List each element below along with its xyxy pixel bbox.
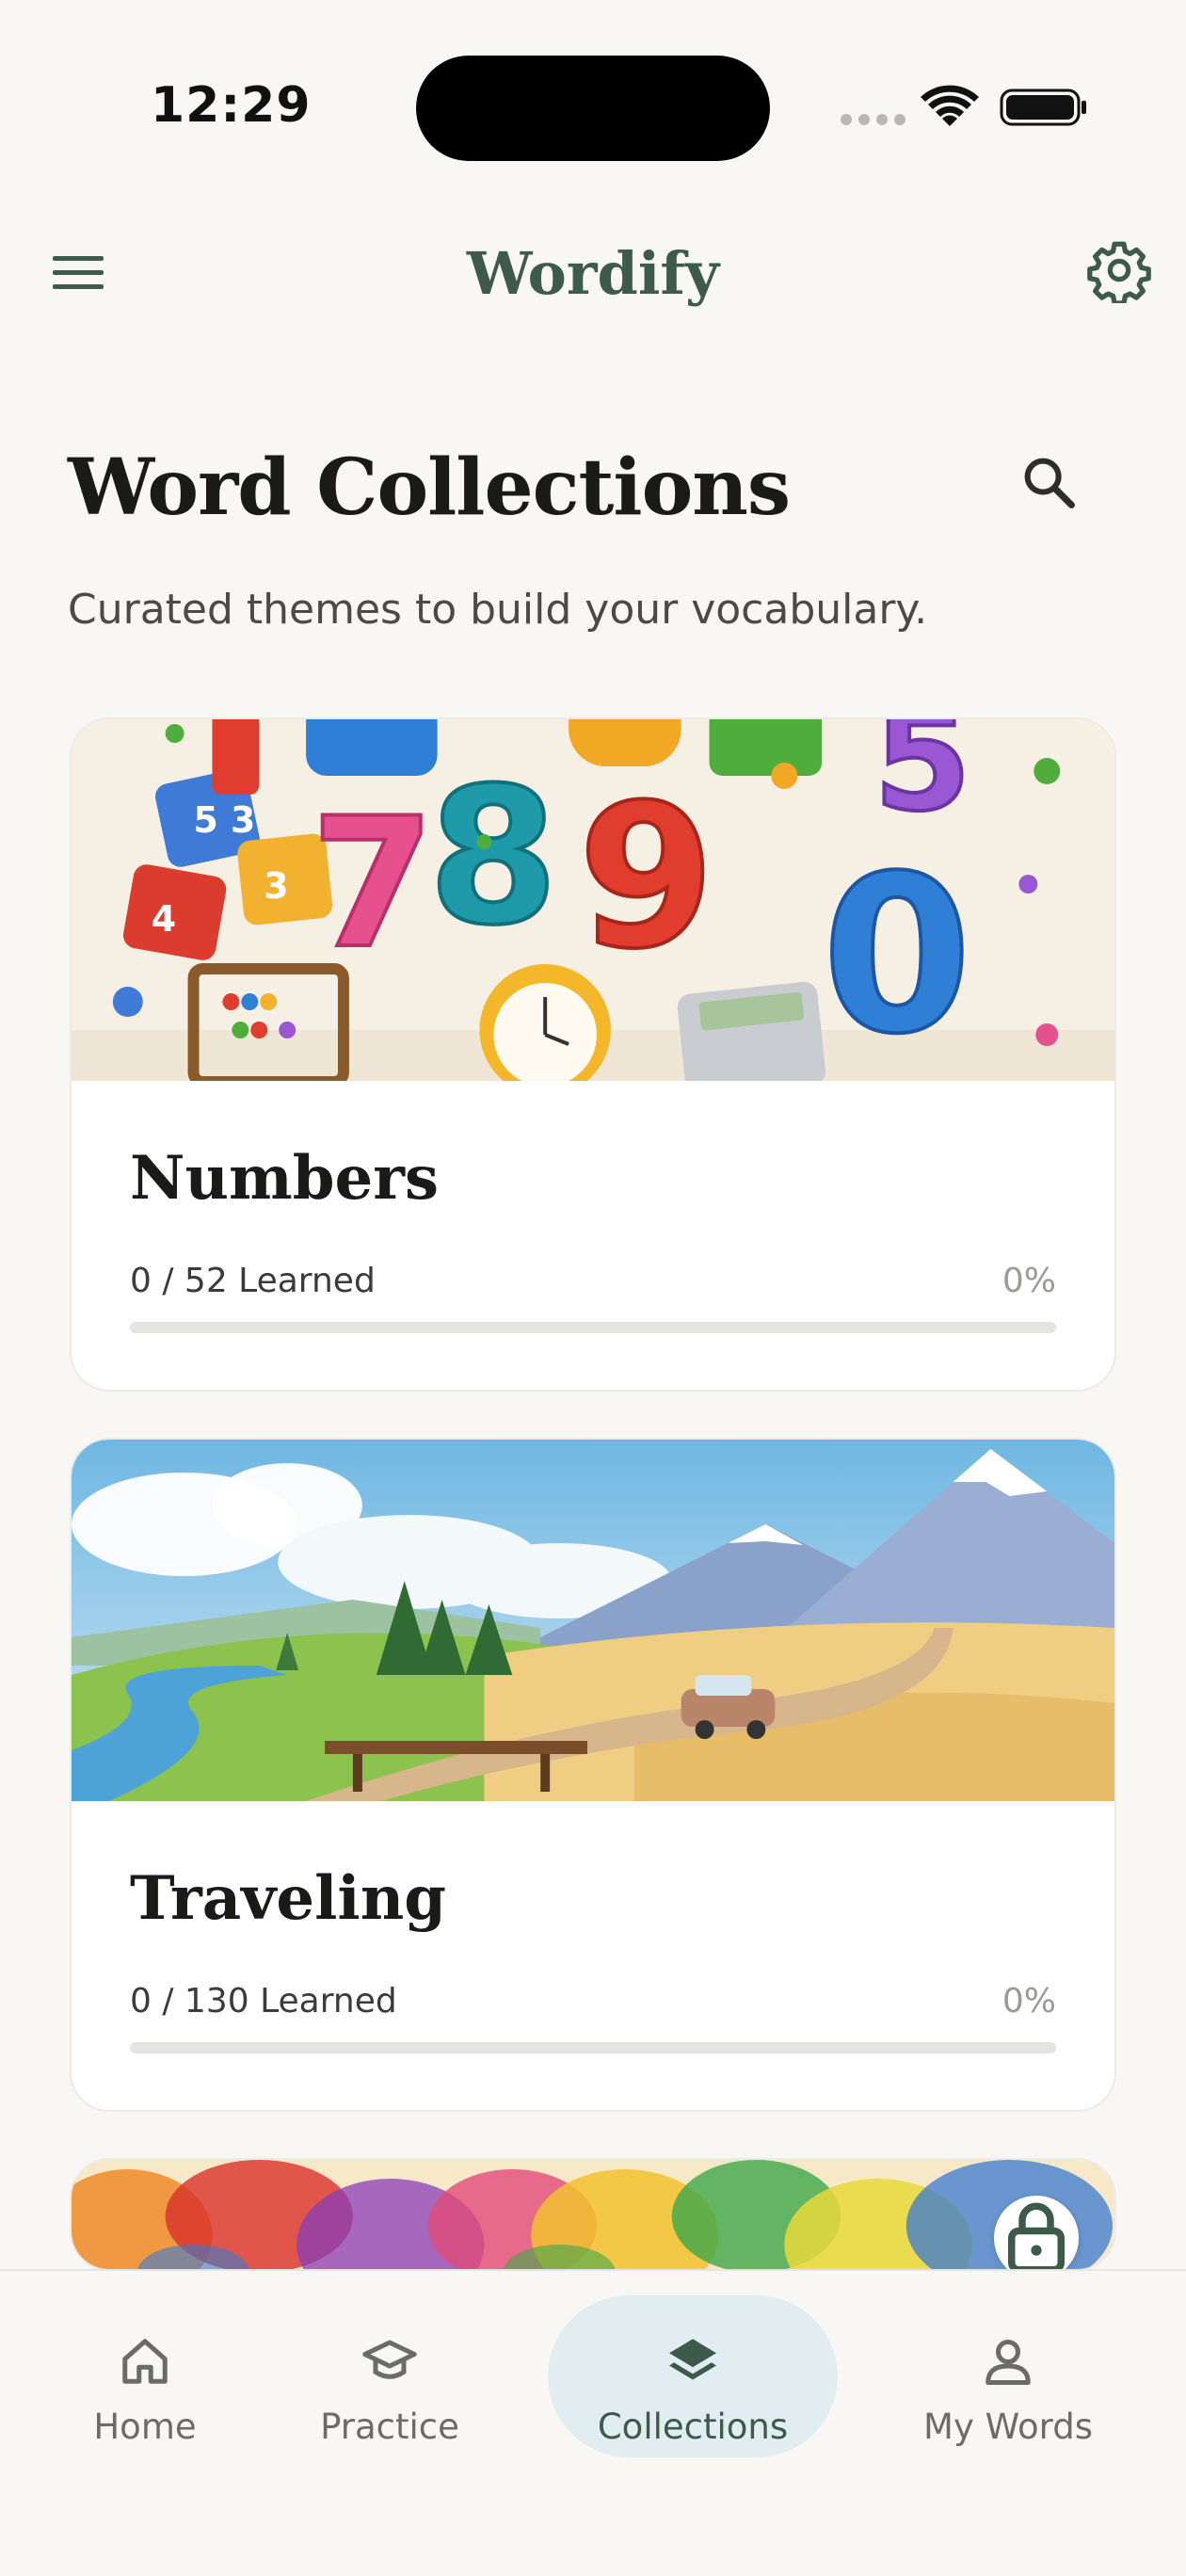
app-title: Wordify (466, 239, 720, 308)
traveling-illustration (72, 1440, 1114, 1801)
nav-label: Collections (597, 2407, 789, 2447)
gear-icon[interactable] (1086, 237, 1152, 303)
dynamic-island (416, 56, 770, 161)
learned-count: 0 / 52 Learned (130, 1262, 376, 1300)
svg-text:7: 7 (311, 780, 435, 988)
svg-text:9: 9 (578, 763, 715, 992)
cellular-signal-icon (841, 114, 906, 125)
page-title: Word Collections (68, 443, 791, 533)
bottom-navigation: Home Practice Collections My Words (0, 2269, 1186, 2576)
progress-bar (130, 1322, 1056, 1333)
progress-bar (130, 2042, 1056, 2053)
svg-text:5 3: 5 3 (194, 799, 256, 841)
collection-card-numbers[interactable]: 5 3 3 4 7 8 9 0 5 Numbers 0 / 52 Learned… (70, 717, 1116, 1392)
page-subtitle: Curated themes to build your vocabulary. (68, 586, 928, 634)
nav-item-home[interactable]: Home (51, 2295, 239, 2457)
numbers-illustration: 5 3 3 4 7 8 9 0 5 (72, 719, 1114, 1081)
svg-text:4: 4 (152, 898, 176, 940)
svg-text:8: 8 (428, 749, 559, 967)
graduation-cap-icon (362, 2340, 417, 2379)
svg-text:3: 3 (264, 865, 288, 907)
nav-label: Home (93, 2407, 197, 2447)
status-time: 12:29 (151, 77, 312, 134)
nav-label: My Words (923, 2407, 1093, 2447)
card-body: Numbers 0 / 52 Learned 0% (72, 1081, 1114, 1390)
lock-badge (994, 2196, 1079, 2269)
card-body: Traveling 0 / 130 Learned 0% (72, 1801, 1114, 2110)
nav-item-collections[interactable]: Collections (548, 2295, 838, 2457)
status-bar: 12:29 (0, 0, 1186, 179)
learned-count: 0 / 130 Learned (130, 1982, 397, 2021)
collection-card-locked[interactable] (70, 2158, 1116, 2271)
wifi-icon (921, 85, 979, 126)
collection-card-traveling[interactable]: Traveling 0 / 130 Learned 0% (70, 1438, 1116, 2112)
svg-text:0: 0 (822, 830, 971, 1081)
nav-item-practice[interactable]: Practice (296, 2295, 484, 2457)
nav-item-my-words[interactable]: My Words (909, 2295, 1107, 2457)
user-icon (986, 2340, 1031, 2385)
home-icon (122, 2339, 168, 2384)
collection-title: Traveling (130, 1863, 446, 1934)
nav-label: Practice (320, 2407, 459, 2447)
app-header: Wordify (0, 217, 1186, 330)
colors-illustration (72, 2160, 1114, 2269)
progress-percent: 0% (1002, 1262, 1056, 1300)
search-icon[interactable] (1018, 452, 1081, 514)
progress-percent: 0% (1002, 1982, 1056, 2021)
collection-title: Numbers (130, 1143, 439, 1214)
svg-text:5: 5 (873, 719, 971, 843)
battery-icon (1000, 89, 1086, 126)
lock-icon (1008, 2202, 1065, 2269)
layers-icon (669, 2339, 716, 2380)
